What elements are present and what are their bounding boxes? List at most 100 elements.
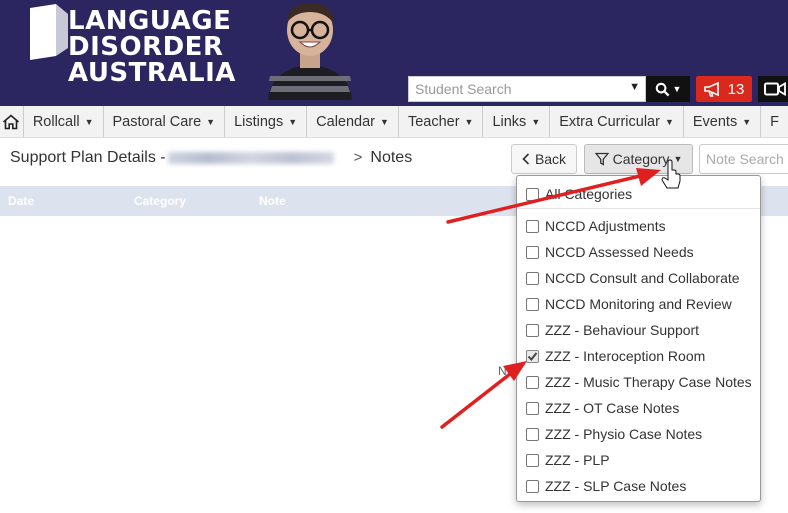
category-filter-button[interactable]: Category ▼ (584, 144, 693, 174)
dropdown-item-label: NCCD Monitoring and Review (545, 296, 732, 312)
student-search-box[interactable]: ▼ (408, 76, 646, 102)
dropdown-item-label: ZZZ - Behaviour Support (545, 322, 700, 338)
checkbox-all-categories[interactable] (526, 187, 539, 201)
breadcrumb: Support Plan Details - > Notes (10, 149, 412, 167)
category-checkbox[interactable] (526, 375, 539, 389)
dropdown-item-all-categories[interactable]: All Categories (526, 184, 632, 204)
nav-teacher[interactable]: Teacher ▼ (399, 106, 484, 137)
column-header-date[interactable]: Date (8, 194, 34, 208)
category-checkbox[interactable] (526, 349, 539, 363)
nav-label: F (770, 113, 779, 130)
dropdown-item[interactable]: ZZZ - Music Therapy Case Notes (526, 372, 752, 392)
caret-down-icon: ▼ (464, 116, 474, 127)
category-checkbox[interactable] (526, 297, 539, 311)
nav-overflow-item[interactable]: F (761, 106, 788, 137)
category-checkbox[interactable] (526, 453, 539, 467)
dropdown-item[interactable]: ZZZ - OT Case Notes (526, 398, 679, 418)
chevron-left-icon (522, 153, 530, 165)
dropdown-item-label: NCCD Assessed Needs (545, 244, 694, 260)
dropdown-divider (517, 208, 760, 209)
dropdown-item[interactable]: ZZZ - Behaviour Support (526, 320, 699, 340)
logo-line-2: DISORDER (68, 32, 224, 62)
dropdown-item[interactable]: NCCD Monitoring and Review (526, 294, 732, 314)
video-icon (764, 82, 786, 96)
logo-line-3: AUSTRALIA (68, 58, 236, 88)
dropdown-item-label: All Categories (545, 186, 633, 202)
breadcrumb-section: Notes (370, 149, 413, 166)
category-checkbox[interactable] (526, 323, 539, 337)
logo-line-1: LANGUAGE (68, 6, 232, 36)
page-title: Support Plan Details - (10, 149, 166, 166)
column-header-note[interactable]: Note (259, 194, 286, 208)
nav-rollcall[interactable]: Rollcall ▼ (24, 106, 104, 137)
category-checkbox[interactable] (526, 401, 539, 415)
dropdown-item[interactable]: ZZZ - SLP Case Notes (526, 476, 686, 496)
nav-label: Extra Curricular (559, 113, 660, 130)
nav-calendar[interactable]: Calendar ▼ (307, 106, 399, 137)
note-search-input[interactable] (700, 145, 788, 173)
nav-label: Teacher (407, 113, 460, 130)
dropdown-item-label: ZZZ - Interoception Room (545, 348, 706, 364)
student-search-input[interactable] (409, 77, 624, 101)
home-icon (3, 113, 20, 129)
table-body-text: N (498, 364, 507, 378)
annotation-arrow-to-interoception-room (440, 361, 527, 429)
dropdown-item-label: NCCD Adjustments (545, 218, 666, 234)
category-label: Category (612, 151, 670, 167)
caret-down-icon: ▼ (742, 116, 752, 127)
dropdown-item-label: ZZZ - SLP Case Notes (545, 478, 687, 494)
dropdown-item[interactable]: NCCD Adjustments (526, 216, 666, 236)
dropdown-item-label: ZZZ - Music Therapy Case Notes (545, 374, 752, 390)
dropdown-item[interactable]: NCCD Consult and Collaborate (526, 268, 740, 288)
filter-icon (594, 152, 609, 166)
category-checkbox[interactable] (526, 479, 539, 493)
main-nav: Rollcall ▼ Pastoral Care ▼ Listings ▼ Calen… (0, 106, 788, 138)
nav-label: Pastoral Care (112, 113, 202, 130)
caret-down-icon: ▼ (673, 154, 683, 164)
dropdown-item[interactable]: ZZZ - Physio Case Notes (526, 424, 702, 444)
nav-links[interactable]: Links ▼ (483, 106, 551, 137)
nav-listings[interactable]: Listings ▼ (225, 106, 308, 137)
brand-logo: LANGUAGE DISORDER AUSTRALIA (68, 8, 236, 86)
back-button[interactable]: Back (511, 144, 577, 174)
logo-mark-icon (30, 4, 68, 60)
nav-events[interactable]: Events ▼ (684, 106, 762, 137)
note-search-box[interactable] (699, 144, 788, 174)
caret-down-icon: ▼ (206, 116, 216, 127)
category-checkbox[interactable] (526, 427, 539, 441)
dropdown-item[interactable]: ZZZ - Interoception Room (526, 346, 705, 366)
search-button[interactable]: ▼ (646, 76, 690, 102)
dropdown-item[interactable]: NCCD Assessed Needs (526, 242, 694, 262)
caret-down-icon: ▼ (288, 116, 298, 127)
dropdown-item[interactable]: ZZZ - PLP (526, 450, 610, 470)
notifications-button[interactable]: 13 (696, 76, 752, 102)
back-label: Back (534, 151, 567, 167)
caret-down-icon: ▼ (531, 116, 541, 127)
category-dropdown-menu: All Categories NCCD Adjustments NCCD Ass… (516, 175, 761, 502)
search-icon (655, 82, 669, 96)
video-button[interactable] (758, 76, 788, 102)
column-header-category[interactable]: Category (134, 194, 186, 208)
nav-label: Calendar (316, 113, 376, 130)
nav-pastoral-care[interactable]: Pastoral Care ▼ (104, 106, 226, 137)
nav-label: Links (492, 113, 527, 130)
chevron-down-icon[interactable]: ▼ (629, 81, 640, 93)
megaphone-icon (703, 81, 719, 97)
redacted-student-name (167, 151, 334, 164)
chevron-right-icon: > (353, 149, 363, 166)
home-button[interactable] (0, 106, 24, 137)
checkmark-icon (527, 351, 538, 361)
category-checkbox[interactable] (526, 219, 539, 233)
nav-label: Listings (234, 113, 284, 130)
boy-mascot-image (268, 2, 352, 100)
dropdown-item-label: ZZZ - PLP (545, 452, 610, 468)
category-checkbox[interactable] (526, 271, 539, 285)
nav-label: Rollcall (32, 113, 80, 130)
caret-down-icon: ▼ (380, 116, 389, 127)
nav-extra-curricular[interactable]: Extra Curricular ▼ (550, 106, 684, 137)
dropdown-item-label: NCCD Consult and Collaborate (545, 270, 740, 286)
category-checkbox[interactable] (526, 245, 539, 259)
caret-down-icon: ▼ (664, 116, 674, 127)
notification-count: 13 (727, 80, 745, 98)
caret-down-icon: ▼ (672, 84, 682, 94)
